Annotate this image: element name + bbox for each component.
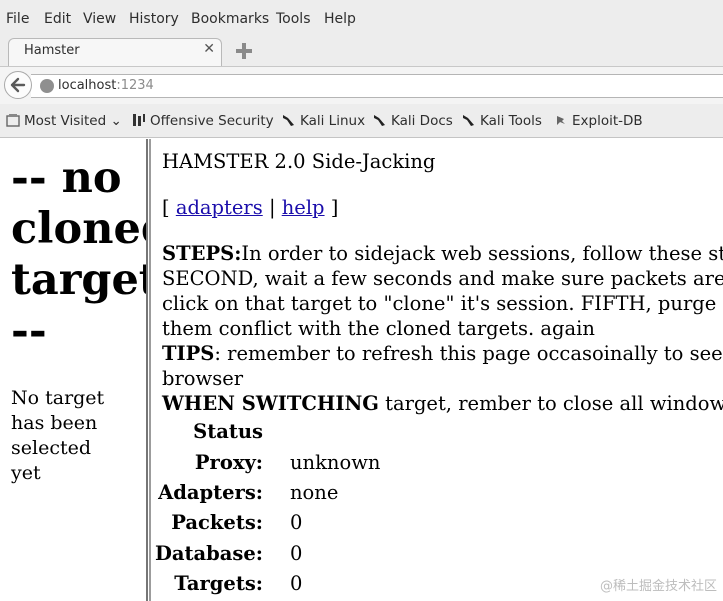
new-tab-icon[interactable] (233, 42, 255, 60)
proxy-label: Proxy: (194, 451, 263, 474)
bookmark-exploit-db[interactable]: Exploit-DB (572, 113, 643, 129)
folder-icon (6, 114, 20, 127)
targets-label: Targets: (174, 572, 263, 595)
database-value: 0 (290, 542, 303, 565)
targets-value: 0 (290, 572, 303, 595)
switch-label: WHEN SWITCHING (162, 392, 379, 415)
url-text: localhost:1234 (58, 78, 154, 93)
no-target-message: No target has been selected yet (11, 387, 105, 484)
chevron-down-icon: ⌄ (110, 113, 122, 129)
close-tab-icon[interactable]: ✕ (203, 41, 215, 57)
kali-dragon-icon (374, 115, 385, 126)
back-arrow-icon (10, 77, 26, 93)
page-title: HAMSTER 2.0 Side-Jacking (162, 150, 436, 173)
navigation-bar: localhost:1234 (0, 66, 723, 104)
help-link[interactable]: help (282, 196, 325, 219)
steps-label: STEPS: (162, 242, 242, 265)
offsec-icon (133, 114, 145, 126)
tab-hamster[interactable]: Hamster ✕ (8, 38, 222, 66)
packets-value: 0 (290, 511, 303, 534)
adapters-link[interactable]: adapters (176, 196, 263, 219)
tips-label: TIPS (162, 342, 215, 365)
bookmark-offensive-security[interactable]: Offensive Security (150, 113, 274, 129)
kali-dragon-icon (283, 115, 294, 126)
url-bar[interactable]: localhost:1234 (31, 74, 723, 98)
watermark: @稀土掘金技术社区 (599, 579, 717, 594)
tab-strip: Hamster ✕ (0, 38, 723, 66)
right-frame: HAMSTER 2.0 Side-Jacking [ adapters | he… (151, 139, 723, 601)
menu-bookmarks[interactable]: Bookmarks (191, 11, 269, 27)
menu-view[interactable]: View (83, 11, 116, 27)
kali-dragon-icon (463, 115, 474, 126)
steps-paragraph: STEPS:In order to sidejack web sessions,… (162, 242, 723, 415)
bookmark-kali-linux[interactable]: Kali Linux (300, 113, 365, 129)
bookmark-kali-tools[interactable]: Kali Tools (480, 113, 542, 129)
menu-bar: File Edit View History Bookmarks Tools H… (0, 0, 723, 38)
adapters-value: none (290, 481, 339, 504)
menu-file[interactable]: File (6, 11, 29, 27)
packets-label: Packets: (171, 511, 263, 534)
menu-tools[interactable]: Tools (276, 11, 311, 27)
nav-links: [ adapters | help ] (162, 196, 339, 219)
menu-history[interactable]: History (129, 11, 179, 27)
status-heading: Status (193, 420, 263, 443)
globe-icon (40, 79, 54, 93)
menu-edit[interactable]: Edit (44, 11, 71, 27)
bookmark-kali-docs[interactable]: Kali Docs (391, 113, 453, 129)
tab-title: Hamster (24, 43, 80, 58)
proxy-value: unknown (290, 451, 381, 474)
bookmarks-toolbar: Most Visited ⌄ Offensive Security Kali L… (0, 104, 723, 138)
adapters-label: Adapters: (158, 481, 263, 504)
left-frame: -- no cloned target -- No target has bee… (0, 139, 146, 601)
menu-help[interactable]: Help (324, 11, 356, 27)
back-button[interactable] (4, 71, 32, 99)
database-label: Database: (154, 542, 263, 565)
no-cloned-target-heading: -- no cloned target -- (11, 153, 146, 356)
exploit-db-icon (557, 116, 565, 125)
bookmark-most-visited[interactable]: Most Visited ⌄ (24, 113, 122, 129)
